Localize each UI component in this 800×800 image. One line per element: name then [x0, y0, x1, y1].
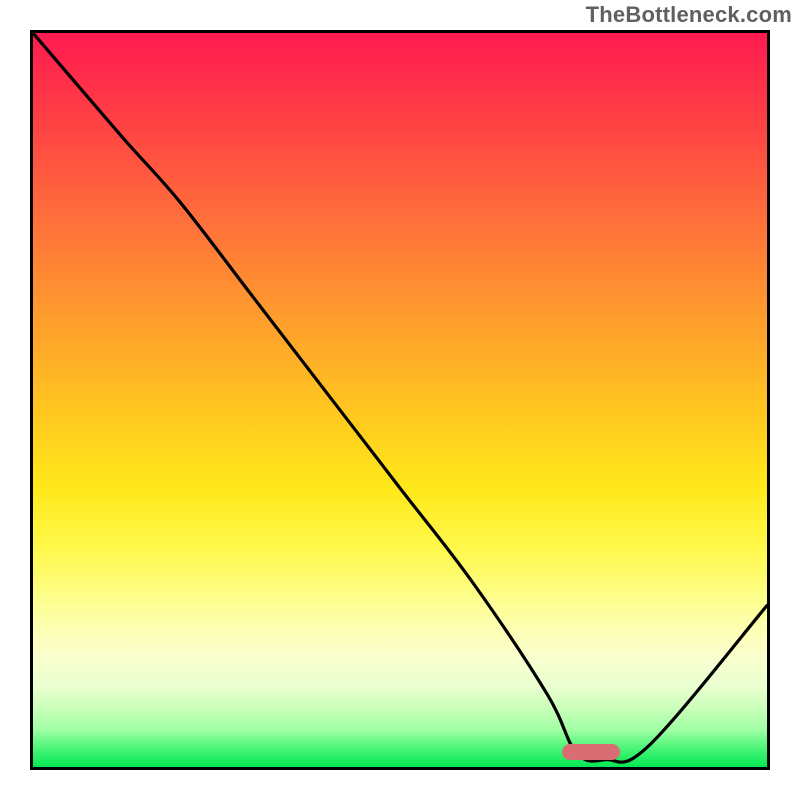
bottleneck-curve [33, 33, 767, 767]
chart-container: TheBottleneck.com [0, 0, 800, 800]
optimal-marker [562, 744, 620, 760]
watermark-text: TheBottleneck.com [586, 2, 792, 28]
plot-area [30, 30, 770, 770]
